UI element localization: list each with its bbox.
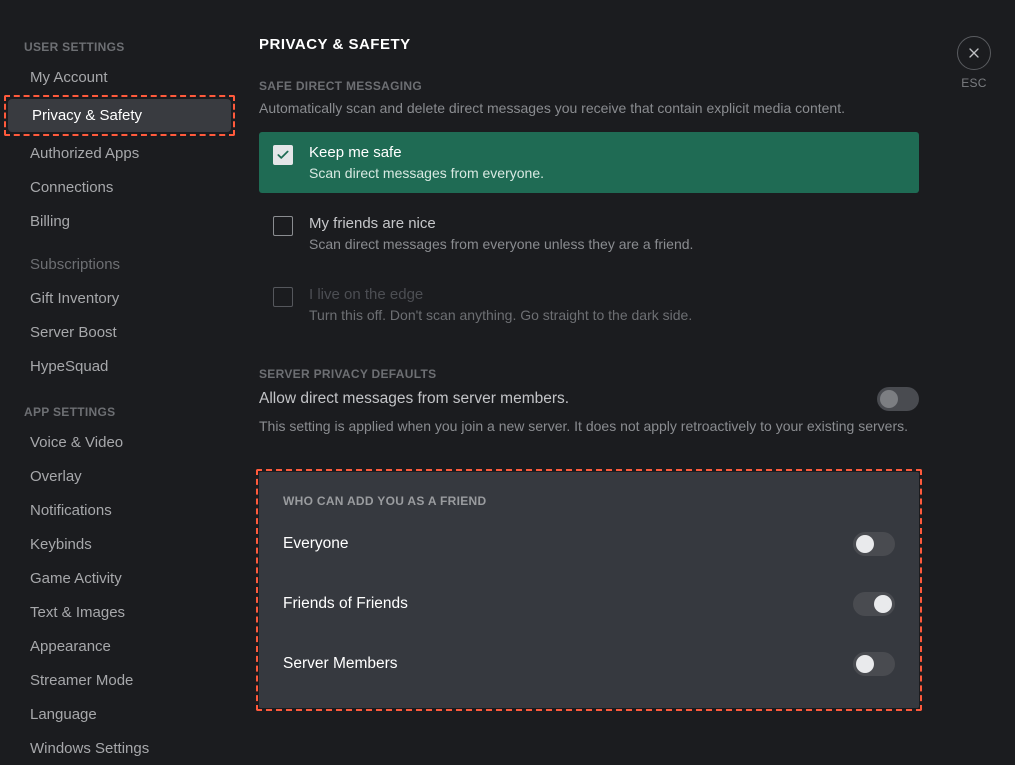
toggle-everyone[interactable]: [853, 532, 895, 556]
page-title: PRIVACY & SAFETY: [259, 36, 919, 53]
allow-dm-label: Allow direct messages from server member…: [259, 390, 569, 408]
sidebar-item-keybinds[interactable]: Keybinds: [6, 528, 235, 561]
sidebar-item-subscriptions[interactable]: Subscriptions: [6, 248, 235, 281]
sidebar-section-user-header: USER SETTINGS: [0, 30, 235, 60]
toggle-friends-of-friends[interactable]: [853, 592, 895, 616]
checkbox-icon: [273, 287, 293, 307]
friend-row-server-members: Server Members: [283, 634, 895, 682]
sidebar-item-appearance[interactable]: Appearance: [6, 630, 235, 663]
sidebar-item-windows-settings[interactable]: Windows Settings: [6, 732, 235, 765]
close-area: ESC: [957, 36, 991, 90]
allow-dm-toggle[interactable]: [877, 387, 919, 411]
sidebar-item-my-account[interactable]: My Account: [6, 61, 235, 94]
safe-dm-option-friends-nice[interactable]: My friends are nice Scan direct messages…: [259, 203, 919, 264]
toggle-knob: [856, 535, 874, 553]
friend-row-friends-of-friends: Friends of Friends: [283, 574, 895, 634]
sidebar-section-app-header: APP SETTINGS: [0, 395, 235, 425]
esc-label: ESC: [957, 76, 991, 90]
highlight-privacy-safety: Privacy & Safety: [4, 95, 235, 136]
toggle-knob: [856, 655, 874, 673]
option-sub: Scan direct messages from everyone.: [309, 165, 905, 181]
safe-dm-desc: Automatically scan and delete direct mes…: [259, 99, 919, 118]
server-privacy-header: SERVER PRIVACY DEFAULTS: [259, 367, 919, 381]
safe-dm-option-keep-me-safe[interactable]: Keep me safe Scan direct messages from e…: [259, 132, 919, 193]
server-privacy-desc: This setting is applied when you join a …: [259, 417, 919, 436]
sidebar-item-hypesquad[interactable]: HypeSquad: [6, 350, 235, 383]
sidebar-item-server-boost[interactable]: Server Boost: [6, 316, 235, 349]
friend-add-section: WHO CAN ADD YOU AS A FRIEND Everyone Fri…: [259, 472, 919, 708]
toggle-knob: [880, 390, 898, 408]
close-button[interactable]: [957, 36, 991, 70]
settings-sidebar: USER SETTINGS My Account Privacy & Safet…: [0, 0, 245, 763]
option-title: Keep me safe: [309, 144, 905, 161]
checkbox-icon: [273, 216, 293, 236]
sidebar-item-connections[interactable]: Connections: [6, 171, 235, 204]
option-sub: Scan direct messages from everyone unles…: [309, 236, 905, 252]
toggle-knob: [874, 595, 892, 613]
sidebar-item-authorized-apps[interactable]: Authorized Apps: [6, 137, 235, 170]
settings-main: PRIVACY & SAFETY SAFE DIRECT MESSAGING A…: [245, 0, 1015, 763]
friend-label: Friends of Friends: [283, 595, 408, 613]
sidebar-item-language[interactable]: Language: [6, 698, 235, 731]
option-sub: Turn this off. Don't scan anything. Go s…: [309, 307, 905, 323]
option-title: I live on the edge: [309, 286, 905, 303]
safe-dm-option-live-edge[interactable]: I live on the edge Turn this off. Don't …: [259, 274, 919, 335]
sidebar-item-billing[interactable]: Billing: [6, 205, 235, 238]
toggle-server-members[interactable]: [853, 652, 895, 676]
safe-dm-header: SAFE DIRECT MESSAGING: [259, 79, 919, 93]
sidebar-item-overlay[interactable]: Overlay: [6, 460, 235, 493]
close-icon: [966, 45, 982, 61]
friend-label: Everyone: [283, 535, 348, 553]
sidebar-item-gift-inventory[interactable]: Gift Inventory: [6, 282, 235, 315]
option-title: My friends are nice: [309, 215, 905, 232]
friend-row-everyone: Everyone: [283, 514, 895, 574]
sidebar-item-voice-video[interactable]: Voice & Video: [6, 426, 235, 459]
sidebar-item-game-activity[interactable]: Game Activity: [6, 562, 235, 595]
sidebar-item-privacy-safety[interactable]: Privacy & Safety: [8, 99, 231, 132]
sidebar-item-notifications[interactable]: Notifications: [6, 494, 235, 527]
friend-add-header: WHO CAN ADD YOU AS A FRIEND: [283, 494, 895, 508]
checkbox-icon: [273, 145, 293, 165]
sidebar-item-text-images[interactable]: Text & Images: [6, 596, 235, 629]
friend-label: Server Members: [283, 655, 398, 673]
sidebar-item-streamer-mode[interactable]: Streamer Mode: [6, 664, 235, 697]
